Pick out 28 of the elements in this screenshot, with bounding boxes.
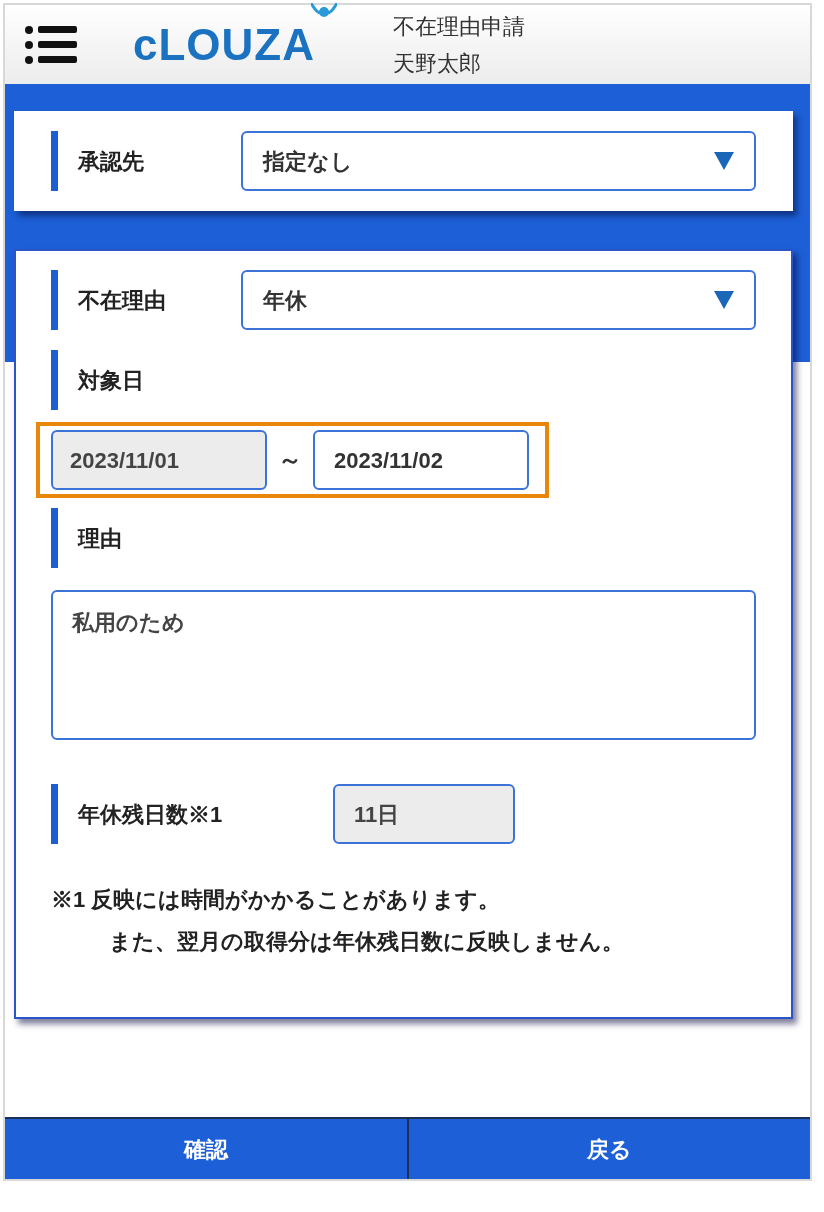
range-separator: ～ [277,445,303,475]
page-title: 不在理由申請 [393,12,525,41]
field-label: 理由 [78,524,122,553]
note-text: ※1 反映には時間がかかることがあります。 [51,886,502,914]
note-text: また、翌月の取得分は年休残日数に反映しません。 [108,928,625,956]
person-icon [311,2,337,19]
logo: cLOUZA [133,19,315,69]
label-bar [51,350,58,410]
field-label: 対象日 [78,366,144,395]
menu-icon[interactable] [25,24,77,65]
user-name: 天野太郎 [393,49,482,78]
field-label: 不在理由 [78,286,166,315]
dropdown[interactable]: 年休 [241,270,756,330]
caret-icon [714,152,734,170]
dropdown[interactable]: 指定なし [241,131,756,191]
field-label: 承認先 [78,147,144,176]
reason-textarea[interactable]: 私用のため [51,590,756,740]
label-bar [51,270,58,330]
footer-button[interactable]: 戻る [406,1119,810,1179]
label-bar [51,508,58,568]
date-to-field[interactable]: 2023/11/02 [313,430,529,490]
label-bar [51,784,58,844]
field-label: 年休残日数※1 [78,800,223,829]
label-bar [51,131,58,191]
remaining-days-field: 11日 [333,784,515,844]
footer-button[interactable]: 確認 [5,1119,407,1179]
caret-icon [714,291,734,309]
date-from-field[interactable]: 2023/11/01 [51,430,267,490]
